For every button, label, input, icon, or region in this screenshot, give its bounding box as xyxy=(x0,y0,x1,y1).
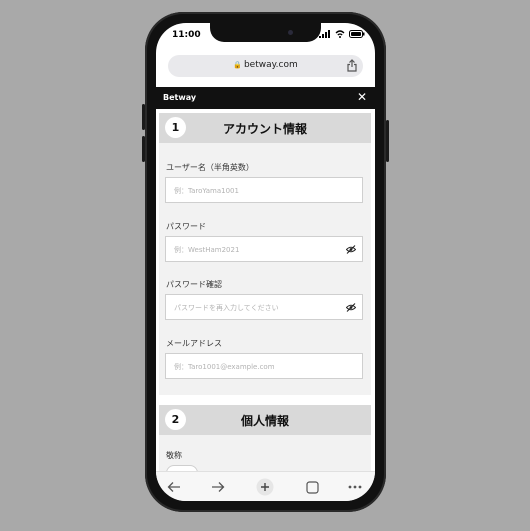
url-text: betway.com xyxy=(243,60,298,70)
section-header-account: 1 アカウント情報 xyxy=(159,113,371,143)
site-title: Betway xyxy=(163,93,197,102)
more-icon[interactable] xyxy=(345,478,365,496)
tabs-icon[interactable] xyxy=(302,478,322,496)
section-title: 個人情報 xyxy=(240,414,289,428)
email-field[interactable] xyxy=(165,353,363,379)
username-field[interactable] xyxy=(165,177,363,203)
plus-icon[interactable] xyxy=(255,478,275,496)
section-divider xyxy=(159,395,371,405)
password-confirm-label: パスワード確認 xyxy=(166,280,222,289)
registration-form: 1 アカウント情報 ユーザー名（半角英数） パスワード パスワード確認 xyxy=(159,113,371,471)
password-field[interactable] xyxy=(165,236,363,262)
password-label: パスワード xyxy=(166,222,206,231)
password-input[interactable] xyxy=(166,238,352,262)
lock-icon: 🔒 xyxy=(233,61,242,69)
signal-icon xyxy=(319,30,330,38)
volume-up-button xyxy=(142,104,145,130)
title-label: 敬称 xyxy=(166,451,182,460)
battery-icon xyxy=(349,30,365,38)
eye-off-icon[interactable] xyxy=(346,245,356,254)
address-bar[interactable]: 🔒 betway.com xyxy=(168,55,363,77)
email-label: メールアドレス xyxy=(166,339,222,348)
email-input[interactable] xyxy=(166,355,352,379)
camera-dot xyxy=(288,30,293,35)
url-display: 🔒 betway.com xyxy=(168,60,363,70)
close-icon[interactable]: ✕ xyxy=(357,90,367,104)
arrow-right-icon[interactable] xyxy=(208,478,228,496)
arrow-left-icon[interactable] xyxy=(164,478,184,496)
status-time: 11:00 xyxy=(172,30,201,40)
password-confirm-input[interactable] xyxy=(166,296,352,320)
notch xyxy=(210,23,321,42)
share-icon[interactable] xyxy=(347,59,357,72)
username-label: ユーザー名（半角英数） xyxy=(166,163,254,172)
status-bar: 11:00 xyxy=(156,23,375,53)
registration-page: 1 アカウント情報 ユーザー名（半角英数） パスワード パスワード確認 xyxy=(156,109,375,471)
power-button xyxy=(386,120,389,162)
browser-toolbar xyxy=(156,471,375,501)
volume-down-button xyxy=(142,136,145,162)
screen: 11:00 🔒 betway.com Betway ✕ 1 アカウント情報 ユー… xyxy=(156,23,375,501)
site-header: Betway ✕ xyxy=(156,87,375,109)
phone-frame: 11:00 🔒 betway.com Betway ✕ 1 アカウント情報 ユー… xyxy=(142,12,389,512)
status-icons xyxy=(319,30,365,38)
username-input[interactable] xyxy=(166,179,352,203)
wifi-icon xyxy=(335,30,345,38)
password-confirm-field[interactable] xyxy=(165,294,363,320)
section-title: アカウント情報 xyxy=(222,122,307,136)
eye-off-icon[interactable] xyxy=(346,303,356,312)
section-header-personal: 2 個人情報 xyxy=(159,405,371,435)
